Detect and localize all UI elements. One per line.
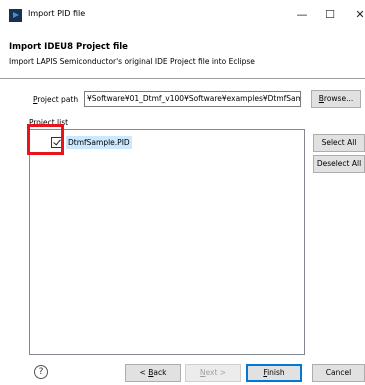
browse-label: rowse... xyxy=(323,94,354,103)
wizard-title: Import IDEU8 Project file xyxy=(9,42,128,52)
project-path-label: Project path xyxy=(33,95,78,104)
back-button[interactable]: < Back xyxy=(125,364,181,382)
maximize-button[interactable]: ☐ xyxy=(319,6,341,24)
project-item-label[interactable]: DtmfSample.PID xyxy=(66,136,132,149)
next-button[interactable]: Next > xyxy=(185,364,241,382)
finish-button[interactable]: Finish xyxy=(246,364,302,382)
select-all-button[interactable]: Select All xyxy=(313,134,365,152)
wizard-header: Import IDEU8 Project file Import LAPIS S… xyxy=(0,30,365,79)
title-bar: Import PID file — ☐ ✕ xyxy=(0,0,365,30)
help-icon[interactable]: ? xyxy=(34,365,48,379)
highlight-annotation-box xyxy=(27,124,64,155)
cancel-button[interactable]: Cancel xyxy=(312,364,365,382)
browse-button[interactable]: Browse... xyxy=(311,90,361,108)
close-button[interactable]: ✕ xyxy=(349,6,365,24)
window-title: Import PID file xyxy=(28,9,86,18)
back-prefix: < xyxy=(139,368,149,377)
wizard-description: Import LAPIS Semiconductor's original ID… xyxy=(9,57,255,66)
deselect-all-button[interactable]: Deselect All xyxy=(313,155,365,173)
project-path-input[interactable]: ¥Software¥01_Dtmf_v100¥Software¥examples… xyxy=(84,91,301,107)
back-label: ack xyxy=(153,368,167,377)
finish-label: inish xyxy=(267,368,285,377)
project-list[interactable] xyxy=(29,129,305,355)
eclipse-app-icon xyxy=(9,9,22,22)
next-label: ext > xyxy=(205,368,227,377)
project-path-label-text: roject path xyxy=(37,95,79,104)
minimize-button[interactable]: — xyxy=(291,6,313,24)
